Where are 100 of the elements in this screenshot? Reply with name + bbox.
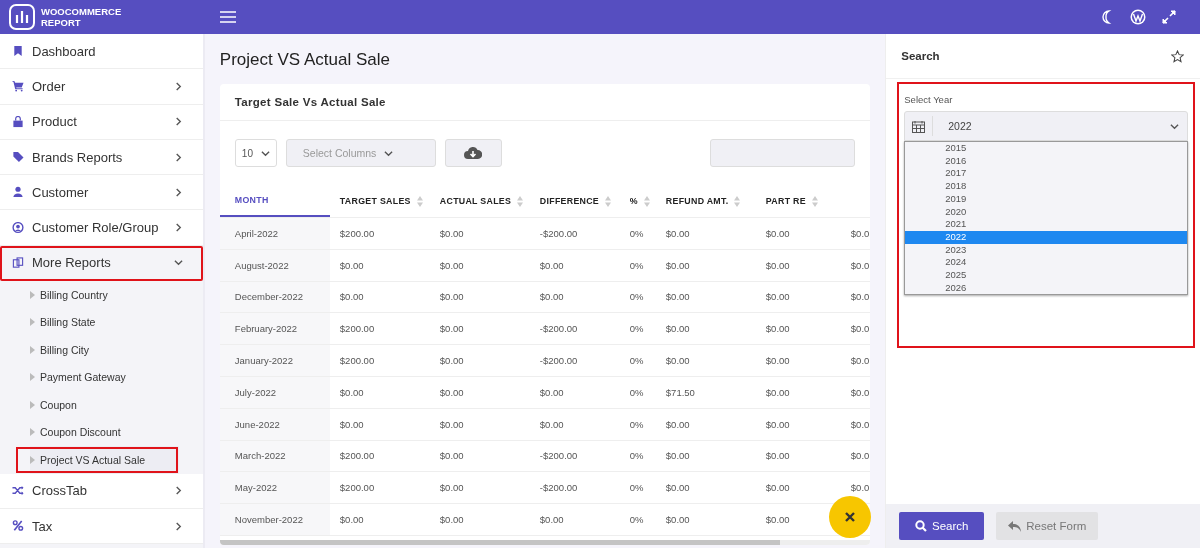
table-cell-text: $200.00 bbox=[338, 226, 376, 241]
year-option[interactable]: 2025 bbox=[905, 269, 1187, 282]
expand-icon[interactable] bbox=[1162, 10, 1176, 24]
search-icon bbox=[915, 520, 928, 532]
year-option[interactable]: 2016 bbox=[905, 154, 1187, 168]
table-cell-text: $0.00 bbox=[764, 449, 791, 464]
table-cell: May-2022 bbox=[219, 472, 330, 504]
download-button[interactable] bbox=[444, 139, 502, 167]
table-cell: February-2022 bbox=[219, 313, 330, 345]
table-cell-text: 0% bbox=[628, 258, 645, 273]
table-cell-text: $0.00 bbox=[438, 449, 465, 464]
year-option[interactable]: 2023 bbox=[905, 243, 1187, 257]
user-icon bbox=[12, 186, 24, 199]
reply-arrow-icon bbox=[1008, 520, 1022, 532]
table-cell-text: -$200.00 bbox=[538, 481, 579, 496]
sidebar-item[interactable]: Product bbox=[0, 104, 203, 140]
table-cell-text: -$200.00 bbox=[538, 322, 579, 337]
sidebar-item[interactable]: Tax bbox=[0, 508, 203, 545]
sidebar-item[interactable]: Order bbox=[0, 69, 203, 105]
year-option[interactable]: 2021 bbox=[905, 218, 1187, 231]
menu-icon[interactable] bbox=[220, 11, 236, 23]
table-cell-text: $0.00 bbox=[664, 290, 691, 305]
year-option[interactable]: 2018 bbox=[905, 180, 1187, 193]
year-option[interactable]: 2022 bbox=[905, 230, 1187, 244]
sort-icon bbox=[517, 195, 524, 207]
sidebar-item[interactable]: Brands Reports bbox=[0, 139, 203, 176]
column-header[interactable]: PART RE bbox=[755, 185, 841, 217]
submenu-item[interactable]: Project VS Actual Sale bbox=[30, 446, 179, 474]
table-cell-text: 0% bbox=[628, 226, 645, 241]
table-cell-text: $0.00 bbox=[764, 258, 791, 273]
table-cell-text: 0% bbox=[628, 417, 645, 432]
field-label: Select Year bbox=[904, 94, 954, 105]
bar-chart-icon bbox=[9, 4, 35, 30]
table-cell-text: $200.00 bbox=[338, 481, 376, 496]
table-cell-text: $0.00 bbox=[664, 322, 691, 337]
table-cell-text: $0.0 bbox=[849, 258, 870, 273]
sort-icon bbox=[734, 195, 741, 207]
table-cell-text: $0.00 bbox=[764, 226, 791, 241]
year-option[interactable]: 2026 bbox=[905, 281, 1187, 295]
chevron-icon bbox=[173, 117, 183, 127]
caret-icon bbox=[30, 345, 35, 354]
bag-icon bbox=[12, 115, 24, 128]
sort-icon bbox=[811, 195, 818, 207]
submenu-item[interactable]: Billing State bbox=[0, 308, 203, 337]
year-select[interactable]: 2022 bbox=[904, 111, 1188, 141]
table-cell-text: $0.00 bbox=[664, 354, 691, 369]
cart-icon bbox=[12, 80, 24, 93]
submenu-item[interactable]: Coupon bbox=[0, 391, 203, 419]
sidebar-item[interactable]: More Reports bbox=[0, 245, 203, 282]
search-field[interactable] bbox=[709, 139, 855, 167]
table-cell-text: $0.00 bbox=[438, 417, 465, 432]
column-header[interactable]: DIFFERENCE bbox=[529, 185, 620, 217]
search-button[interactable]: Search bbox=[899, 512, 985, 540]
chevron-icon bbox=[173, 486, 183, 496]
sidebar-item[interactable]: Customer Role/Group bbox=[0, 210, 203, 246]
sidebar-item[interactable]: Dashboard bbox=[0, 34, 203, 70]
submenu-item[interactable]: Coupon Discount bbox=[0, 418, 203, 447]
table-cell-text: $0.00 bbox=[664, 417, 691, 432]
table-cell-text: $71.50 bbox=[664, 385, 696, 400]
year-option[interactable]: 2019 bbox=[905, 192, 1187, 206]
scrollbar-thumb[interactable] bbox=[219, 539, 780, 545]
table-cell-text: $0.00 bbox=[538, 385, 565, 400]
column-header[interactable]: % bbox=[619, 185, 656, 217]
year-option[interactable]: 2024 bbox=[905, 256, 1187, 270]
copy-icon bbox=[12, 256, 24, 269]
table-cell: January-2022 bbox=[219, 345, 330, 376]
table-cell-text: 0% bbox=[628, 322, 645, 337]
table-cell-text: $0.0 bbox=[849, 481, 870, 496]
sidebar-item[interactable]: CrossTab bbox=[0, 473, 203, 509]
table-cell-text: $200.00 bbox=[338, 354, 376, 369]
submenu-item[interactable]: Billing City bbox=[0, 336, 203, 364]
chevron-icon bbox=[173, 223, 183, 233]
table-cell-text: $0.00 bbox=[764, 322, 791, 337]
table-cell-text: $0.00 bbox=[764, 354, 791, 369]
table-cell: November-2022 bbox=[219, 504, 330, 535]
year-option[interactable]: 2017 bbox=[905, 167, 1187, 181]
year-option[interactable]: 2020 bbox=[905, 205, 1187, 219]
submenu-item[interactable]: Payment Gateway bbox=[0, 363, 203, 392]
table-cell-text: $0.00 bbox=[338, 385, 365, 400]
page-size-select[interactable]: 10 bbox=[234, 139, 277, 167]
bookmark-icon bbox=[12, 45, 24, 58]
column-header[interactable]: TARGET SALES bbox=[329, 185, 430, 217]
star-icon[interactable] bbox=[1171, 49, 1184, 63]
column-header[interactable]: ACTUAL SALES bbox=[429, 185, 530, 217]
table-cell-text: $0.00 bbox=[764, 481, 791, 496]
caret-icon bbox=[30, 428, 35, 437]
table-cell-text: $0.00 bbox=[438, 513, 465, 528]
table-cell-text: -$200.00 bbox=[538, 226, 579, 241]
year-option[interactable]: 2015 bbox=[905, 142, 1187, 155]
reset-button[interactable]: Reset Form bbox=[996, 512, 1099, 540]
moon-icon[interactable] bbox=[1100, 10, 1114, 24]
submenu-item[interactable]: Billing Country bbox=[0, 281, 203, 309]
table-cell-text: 0% bbox=[628, 290, 645, 305]
table-cell-text: $0.00 bbox=[438, 385, 465, 400]
table-cell: July-2022 bbox=[219, 377, 330, 408]
column-header[interactable]: REFUND AMT. bbox=[655, 185, 756, 217]
table-cell-text: $0.00 bbox=[538, 417, 565, 432]
sidebar-item[interactable]: Customer bbox=[0, 175, 203, 211]
table-cell-text: $0.00 bbox=[764, 385, 791, 400]
chevron-icon bbox=[173, 81, 183, 91]
